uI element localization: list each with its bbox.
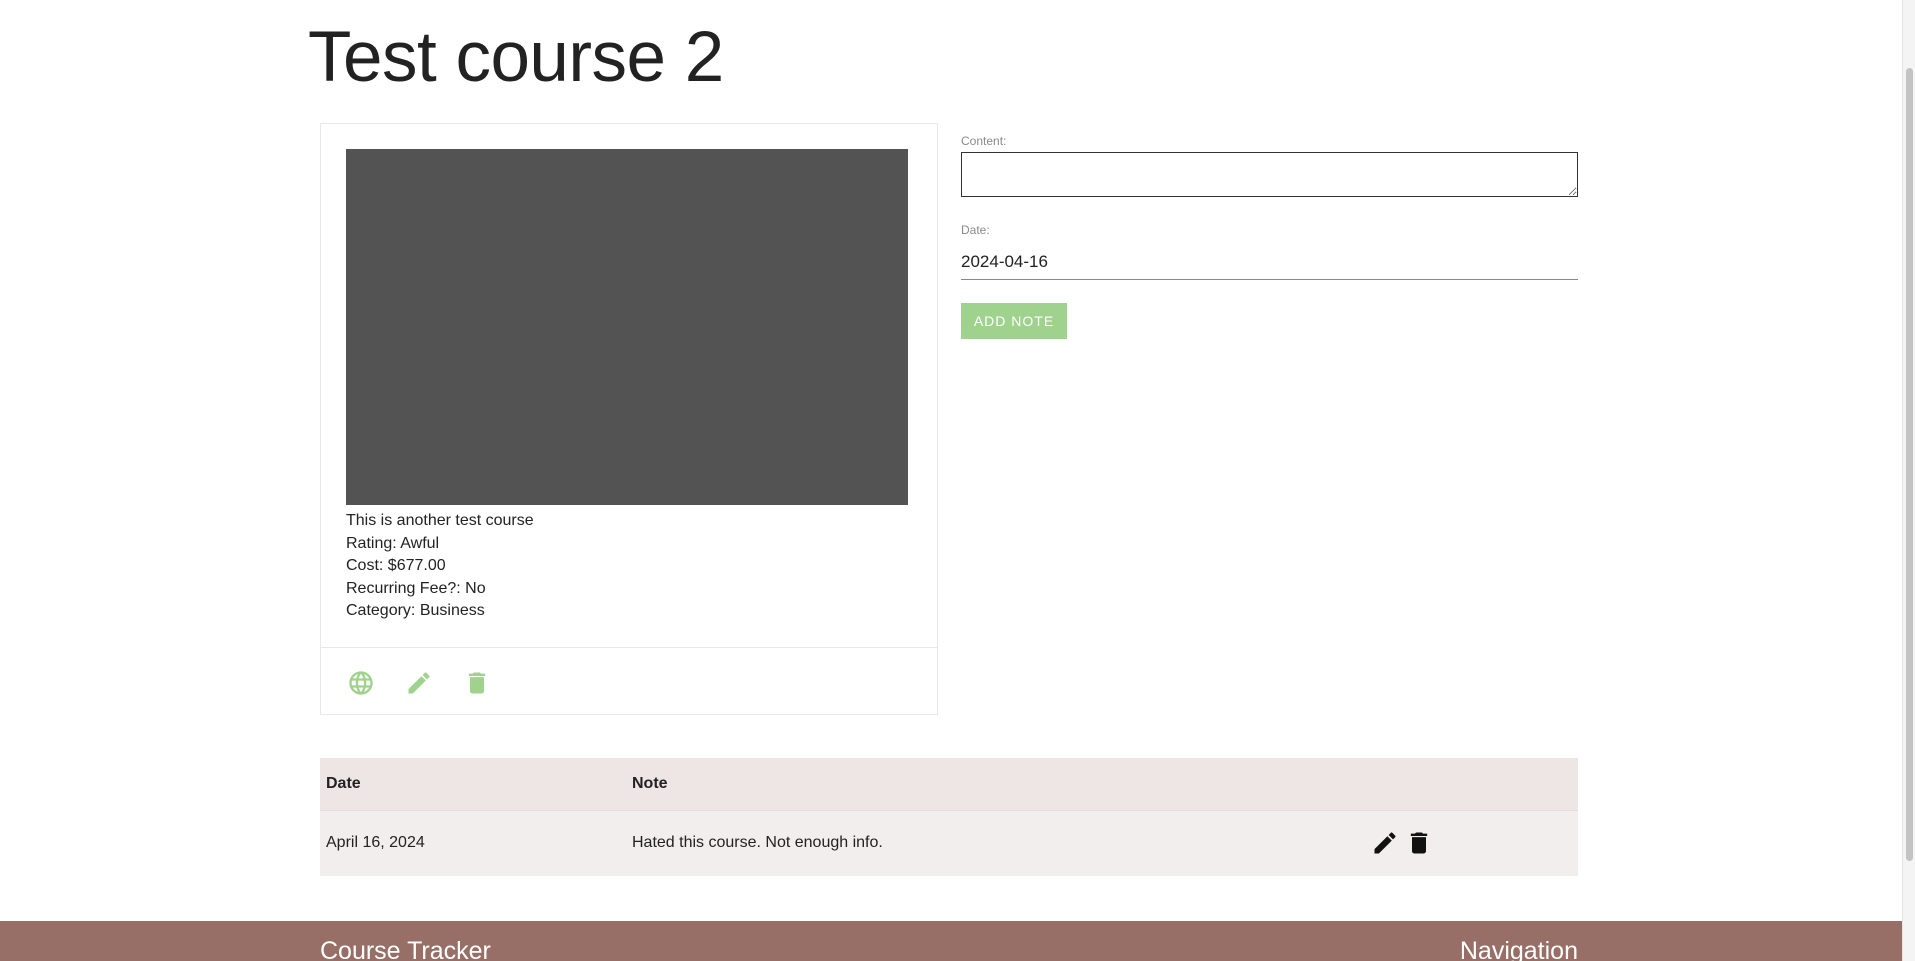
header-note: Note: [632, 774, 668, 792]
course-cost: Cost: $677.00: [346, 557, 446, 574]
course-recurring-fee: Recurring Fee?: No: [346, 579, 486, 597]
date-label: Date:: [961, 223, 990, 237]
notes-table: Date Note April 16, 2024 Hated this cour…: [320, 758, 1578, 876]
content-label: Content:: [961, 134, 1007, 148]
header-date: Date: [326, 774, 361, 792]
course-details: This is another test course Rating: Awfu…: [346, 510, 534, 623]
scrollbar-thumb[interactable]: [1906, 68, 1913, 861]
visit-website-button[interactable]: [346, 668, 376, 698]
trash-icon: [468, 672, 486, 694]
card-divider: [321, 647, 937, 648]
add-note-button[interactable]: Add Note: [961, 303, 1067, 339]
course-category: Category: Business: [346, 602, 485, 619]
course-description: This is another test course: [346, 512, 534, 529]
content-field[interactable]: [961, 152, 1578, 197]
note-date: April 16, 2024: [326, 834, 425, 852]
course-card: This is another test course Rating: Awfu…: [320, 123, 938, 715]
course-rating: Rating: Awful: [346, 534, 440, 552]
note-actions: [1363, 810, 1578, 876]
footer-navigation-title: Navigation: [1459, 937, 1578, 961]
edit-course-button[interactable]: [404, 668, 434, 698]
table-row: April 16, 2024 Hated this course. Not en…: [320, 810, 1578, 876]
page: Test course 2 This is another test cours…: [0, 0, 1902, 961]
date-field[interactable]: [961, 244, 1578, 280]
pencil-icon: [1374, 832, 1396, 854]
delete-course-button[interactable]: [462, 668, 492, 698]
card-actions: [346, 664, 520, 702]
trash-icon: [1410, 832, 1428, 854]
edit-note-button[interactable]: [1369, 827, 1401, 859]
globe-icon: [349, 671, 373, 695]
page-title: Test course 2: [308, 18, 724, 97]
vertical-scrollbar[interactable]: [1902, 0, 1915, 961]
note-text: Hated this course. Not enough info.: [632, 834, 883, 852]
notes-table-header: Date Note: [320, 758, 1578, 810]
pencil-icon: [408, 672, 430, 694]
delete-note-button[interactable]: [1403, 827, 1435, 859]
footer-brand: Course Tracker: [320, 937, 491, 961]
footer: Course Tracker Navigation: [0, 921, 1902, 961]
header-actions: [1363, 758, 1578, 810]
add-note-form: Content: Date: Add Note: [961, 133, 1578, 339]
course-image: [346, 149, 908, 505]
